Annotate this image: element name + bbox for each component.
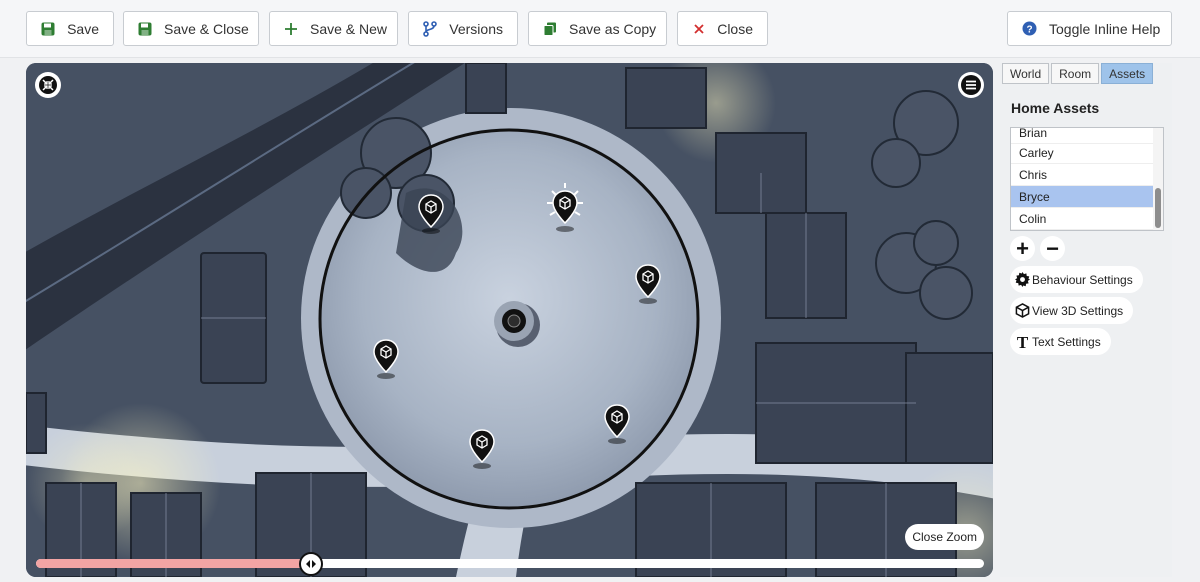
fullscreen-toggle-button[interactable] — [35, 72, 61, 98]
tab-assets[interactable]: Assets — [1101, 63, 1154, 84]
add-asset-button[interactable]: + — [1010, 236, 1035, 261]
versions-button[interactable]: Versions — [408, 11, 518, 46]
assets-panel: World Room Assets Home Assets Brian Carl… — [1000, 63, 1172, 577]
list-item-selected[interactable]: Bryce — [1011, 186, 1153, 208]
panel-title: Home Assets — [1011, 100, 1100, 116]
toolbar: Save Save & Close Save & New Versions Sa… — [0, 0, 1200, 58]
save-as-copy-button[interactable]: Save as Copy — [528, 11, 667, 46]
map-viewport[interactable]: Close Zoom — [26, 63, 993, 577]
map-canvas — [26, 63, 993, 577]
map-pin-icon — [635, 264, 661, 304]
list-scrollbar[interactable] — [1153, 128, 1163, 230]
cube-icon — [1014, 303, 1030, 319]
question-circle-icon: ? — [1022, 21, 1037, 37]
map-pin-highlighted-icon — [547, 183, 583, 232]
asset-pin-bryce-selected[interactable] — [542, 183, 588, 233]
text-t-icon: T — [1014, 334, 1030, 350]
behaviour-settings-button[interactable]: Behaviour Settings — [1010, 266, 1143, 293]
list-item[interactable]: Chris — [1011, 164, 1153, 186]
close-button[interactable]: Close — [677, 11, 768, 46]
map-pin-icon — [418, 194, 444, 234]
floppy-disk-icon — [41, 21, 55, 37]
floppy-disk-icon — [138, 21, 152, 37]
collapse-arrows-icon — [39, 76, 57, 94]
map-pin-icon — [604, 404, 630, 444]
asset-pin-6[interactable] — [469, 428, 495, 470]
left-right-arrows-icon — [305, 560, 316, 568]
close-icon — [692, 21, 705, 37]
branch-icon — [423, 20, 437, 37]
save-and-close-button[interactable]: Save & Close — [123, 11, 259, 46]
save-button[interactable]: Save — [26, 11, 114, 46]
asset-pin-5[interactable] — [604, 403, 630, 445]
asset-pin-3[interactable] — [635, 263, 661, 305]
copy-icon — [543, 21, 557, 37]
map-menu-button[interactable] — [958, 72, 984, 98]
svg-text:T: T — [1016, 334, 1028, 350]
text-settings-button[interactable]: T Text Settings — [1010, 328, 1111, 355]
asset-list[interactable]: Brian Carley Chris Bryce Colin — [1010, 127, 1164, 231]
map-pin-icon — [373, 339, 399, 379]
zoom-slider-handle[interactable] — [298, 552, 323, 576]
tab-room[interactable]: Room — [1051, 63, 1100, 84]
remove-asset-button[interactable]: − — [1040, 236, 1065, 261]
list-scrollbar-thumb[interactable] — [1155, 188, 1161, 228]
asset-pin-1[interactable] — [418, 193, 444, 235]
panel-tabs: World Room Assets — [1002, 63, 1154, 84]
hamburger-menu-icon — [961, 75, 981, 95]
gear-icon — [1014, 272, 1030, 288]
list-item[interactable]: Colin — [1011, 208, 1153, 230]
close-zoom-button[interactable]: Close Zoom — [905, 524, 984, 550]
save-and-new-button[interactable]: Save & New — [269, 11, 398, 46]
toggle-inline-help-button[interactable]: ? Toggle Inline Help — [1007, 11, 1172, 46]
plus-icon — [284, 21, 298, 37]
map-pin-icon — [469, 429, 495, 469]
zoom-slider-fill — [36, 559, 311, 568]
view-3d-settings-button[interactable]: View 3D Settings — [1010, 297, 1134, 324]
list-item[interactable]: Carley — [1011, 142, 1153, 164]
svg-text:?: ? — [1026, 24, 1032, 35]
zoom-slider[interactable] — [36, 552, 984, 576]
asset-pin-4[interactable] — [373, 338, 399, 380]
tab-world[interactable]: World — [1002, 63, 1050, 84]
